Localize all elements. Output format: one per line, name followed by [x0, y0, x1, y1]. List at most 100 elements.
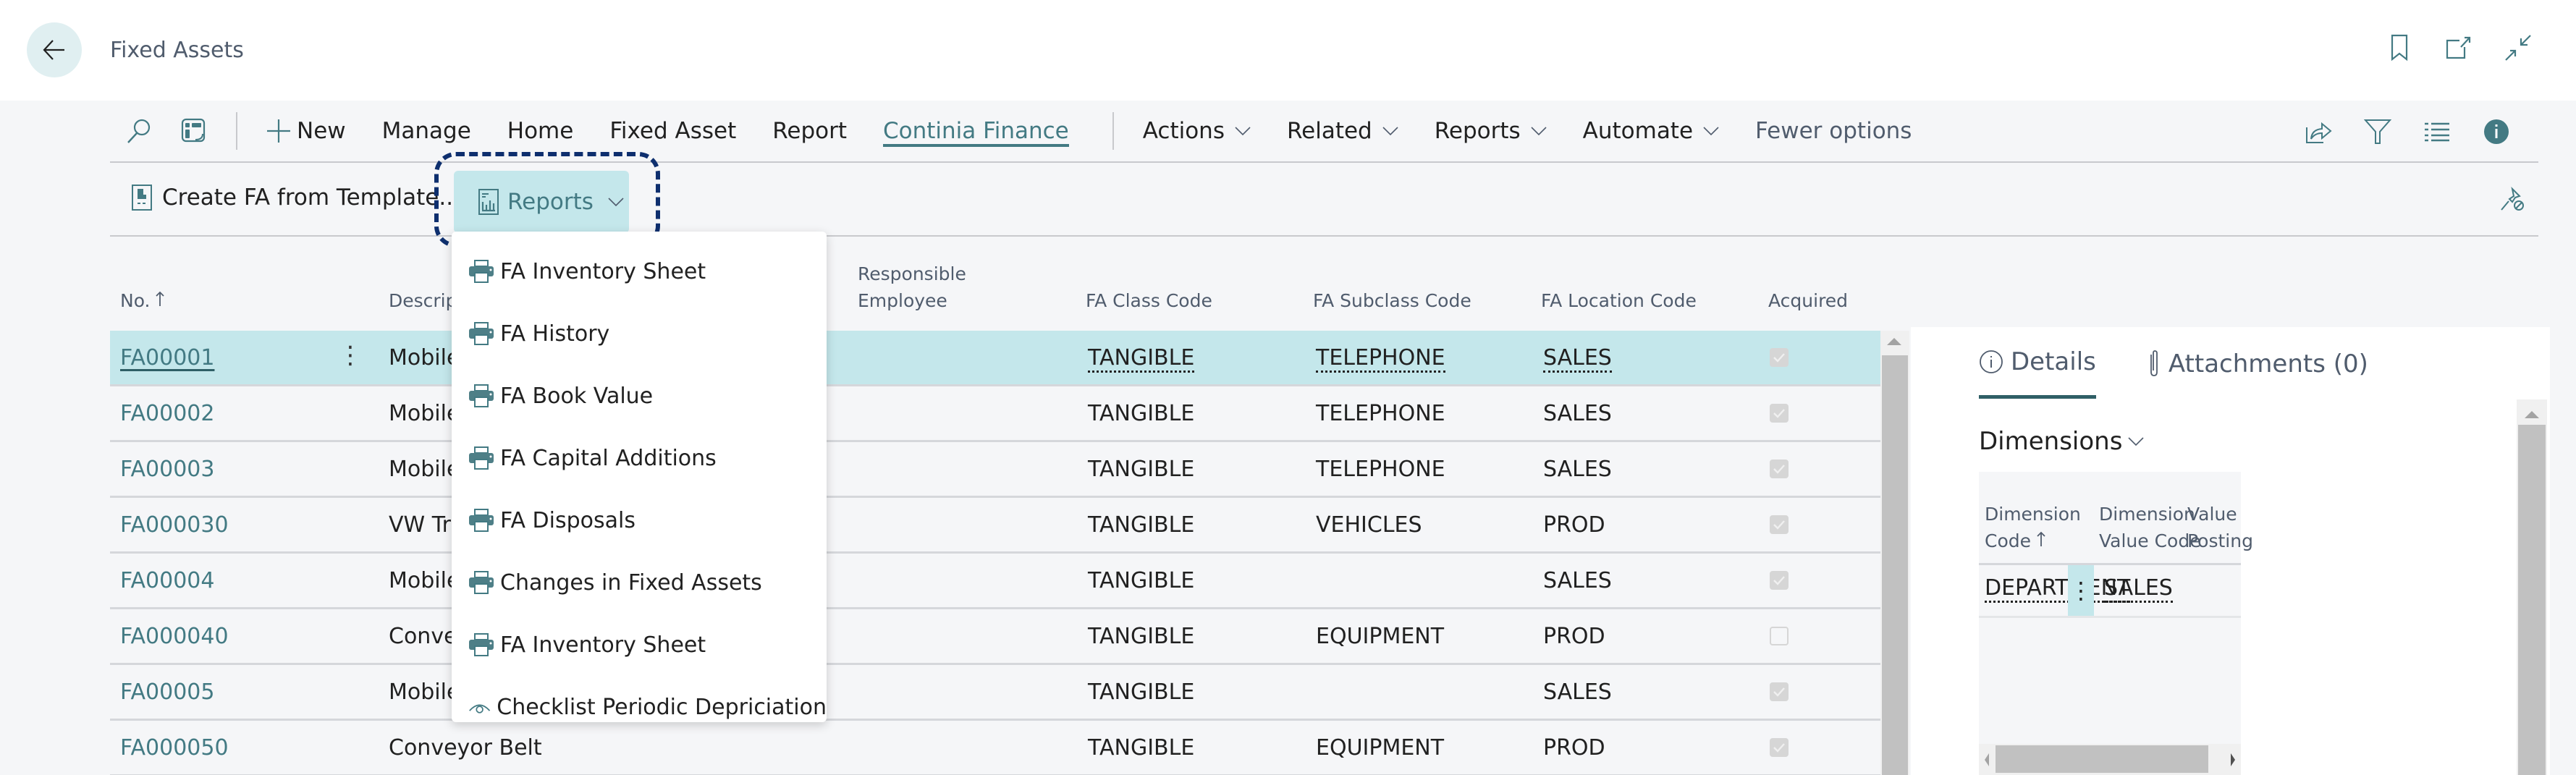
scroll-up-arrow-icon[interactable] — [2525, 411, 2539, 418]
asset-no-link[interactable]: FA000040 — [120, 624, 229, 649]
reports-menu-item[interactable]: FA History — [452, 302, 827, 365]
bookmark-button[interactable] — [2385, 33, 2414, 62]
scrollbar-thumb[interactable] — [1882, 355, 1908, 775]
dim-code-label-line2: Code — [1985, 530, 2032, 551]
scrollbar-thumb[interactable] — [1996, 745, 2208, 773]
fa-location-code-cell: PROD — [1543, 624, 1605, 649]
dimension-value-link[interactable]: SALES — [2104, 575, 2173, 603]
menu-automate[interactable]: Automate — [1583, 118, 1719, 144]
fa-location-code-cell[interactable]: SALES — [1543, 345, 1612, 373]
asset-no-link[interactable]: FA00003 — [120, 457, 214, 482]
dimensions-section-toggle[interactable]: Dimensions — [1979, 427, 2145, 456]
edit-list-button[interactable] — [180, 117, 208, 145]
new-button[interactable]: New — [266, 118, 346, 144]
tab-fixed-asset[interactable]: Fixed Asset — [609, 118, 736, 144]
asset-no-link[interactable]: FA000050 — [120, 735, 229, 761]
factbox-vertical-scrollbar[interactable] — [2517, 399, 2547, 775]
reports-menu-item[interactable]: FA Inventory Sheet — [452, 240, 827, 302]
acquired-checkbox[interactable] — [1770, 627, 1789, 645]
scroll-up-arrow-icon[interactable] — [1887, 338, 1901, 345]
description-cell: Mobile — [389, 401, 460, 426]
fa-subclass-code-cell[interactable]: TELEPHONE — [1316, 345, 1445, 373]
sort-ascending-icon — [2037, 531, 2045, 546]
filter-button[interactable] — [2363, 117, 2392, 146]
table-row[interactable]: FA00002 Mobile TANGIBLE TELEPHONE SALES — [110, 386, 1880, 442]
fa-class-code-cell: TANGIBLE — [1088, 624, 1195, 649]
scroll-left-arrow-icon[interactable] — [1984, 753, 1990, 767]
table-row[interactable]: FA000030 VW Tra TANGIBLE VEHICLES PROD — [110, 498, 1880, 554]
acquired-checkbox[interactable] — [1770, 571, 1789, 590]
reports-menu-item[interactable]: FA Book Value — [452, 365, 827, 427]
reports-menu-item[interactable]: Changes in Fixed Assets — [452, 551, 827, 614]
tab-continia-finance[interactable]: Continia Finance — [883, 115, 1069, 147]
acquired-checkbox[interactable] — [1770, 348, 1789, 367]
unpin-button[interactable] — [2499, 186, 2525, 215]
asset-no-link[interactable]: FA00001 — [120, 345, 214, 370]
asset-no-link[interactable]: FA00004 — [120, 568, 214, 593]
tab-home[interactable]: Home — [507, 118, 574, 144]
table-row[interactable]: FA00004 Mobile TANGIBLE SALES — [110, 554, 1880, 609]
reports-menu-item[interactable]: FA Disposals — [452, 489, 827, 551]
tab-attachments[interactable]: Attachments (0) — [2147, 347, 2368, 399]
reports-menu-item[interactable]: Checklist Periodic Depriciation — [452, 676, 827, 738]
search-button[interactable] — [124, 117, 153, 145]
reports-menu-item[interactable]: FA Inventory Sheet — [452, 614, 827, 676]
info-button[interactable] — [2482, 117, 2511, 146]
fa-location-code-cell: SALES — [1543, 679, 1612, 705]
list-view-icon — [2425, 122, 2449, 142]
column-header-dimension-code[interactable]: Dimension Code — [1985, 501, 2081, 554]
scrollbar-thumb[interactable] — [2518, 425, 2546, 775]
tab-manage[interactable]: Manage — [382, 118, 471, 144]
row-actions-button[interactable]: ⋮ — [338, 341, 363, 370]
table-row[interactable]: FA00005 Mobile TANGIBLE SALES — [110, 665, 1880, 721]
reports-menu-item[interactable]: FA Capital Additions — [452, 427, 827, 489]
asset-no-link[interactable]: FA000030 — [120, 512, 229, 538]
description-cell: Conve — [389, 624, 457, 649]
column-header-dimension-value-code[interactable]: Dimension Value Code — [2099, 501, 2201, 554]
menu-reports[interactable]: Reports — [1435, 118, 1547, 144]
list-view-button[interactable] — [2423, 117, 2452, 146]
asset-no-link[interactable]: FA00002 — [120, 401, 214, 426]
dimensions-horizontal-scrollbar[interactable] — [1979, 744, 2241, 775]
acquired-checkbox[interactable] — [1770, 682, 1789, 701]
table-row[interactable]: FA00001 ⋮ Mobile TANGIBLE TELEPHONE SALES — [110, 331, 1880, 386]
menu-actions[interactable]: Actions — [1143, 118, 1251, 144]
table-row[interactable]: FA000040 Conve TANGIBLE EQUIPMENT PROD — [110, 609, 1880, 665]
column-header-acquired[interactable]: Acquired — [1768, 287, 1848, 314]
acquired-checkbox[interactable] — [1770, 460, 1789, 478]
reports-dropdown-button[interactable]: Reports — [454, 171, 629, 233]
acquired-checkbox[interactable] — [1770, 404, 1789, 423]
share-button[interactable] — [2304, 117, 2333, 146]
column-header-description[interactable]: Descrip — [389, 287, 457, 314]
tab-report[interactable]: Report — [772, 118, 847, 144]
row-actions-button[interactable]: ⋮ — [2068, 565, 2094, 616]
column-header-fa-subclass-code[interactable]: FA Subclass Code — [1313, 287, 1471, 314]
scroll-right-arrow-icon[interactable] — [2230, 753, 2236, 767]
create-fa-from-template-button[interactable]: Create FA from Template... — [132, 185, 460, 211]
share-icon — [2306, 122, 2332, 143]
tab-details[interactable]: Details — [1979, 347, 2096, 399]
column-header-responsible-employee[interactable]: Responsible Employee — [858, 261, 966, 314]
paperclip-icon — [2150, 350, 2158, 376]
acquired-checkbox[interactable] — [1770, 738, 1789, 757]
table-row[interactable]: FA000050 Conveyor Belt TANGIBLE EQUIPMENT PR… — [110, 721, 1880, 775]
column-header-no[interactable]: No. — [120, 287, 165, 314]
open-new-window-button[interactable] — [2444, 33, 2473, 62]
fewer-options-button[interactable]: Fewer options — [1755, 118, 1912, 144]
menu-related[interactable]: Related — [1287, 118, 1398, 144]
column-header-fa-class-code[interactable]: FA Class Code — [1086, 287, 1212, 314]
fa-class-code-cell[interactable]: TANGIBLE — [1088, 345, 1195, 373]
back-button[interactable] — [27, 22, 82, 77]
list-vertical-scrollbar[interactable] — [1880, 331, 1909, 775]
checkmark-icon — [1773, 520, 1785, 530]
dimensions-title: Dimensions — [1979, 427, 2123, 456]
table-row[interactable]: FA00003 Mobile TANGIBLE TELEPHONE SALES — [110, 442, 1880, 498]
column-header-value-posting[interactable]: Value Posting — [2187, 501, 2253, 554]
acquired-checkbox[interactable] — [1770, 515, 1789, 534]
asset-no-link[interactable]: FA00005 — [120, 679, 214, 705]
collapse-button[interactable] — [2504, 33, 2533, 62]
menu-item-label: Checklist Periodic Depriciation — [497, 694, 827, 720]
printer-icon — [469, 322, 494, 345]
column-header-fa-location-code[interactable]: FA Location Code — [1541, 287, 1697, 314]
page-header: Fixed Assets — [0, 0, 2576, 101]
